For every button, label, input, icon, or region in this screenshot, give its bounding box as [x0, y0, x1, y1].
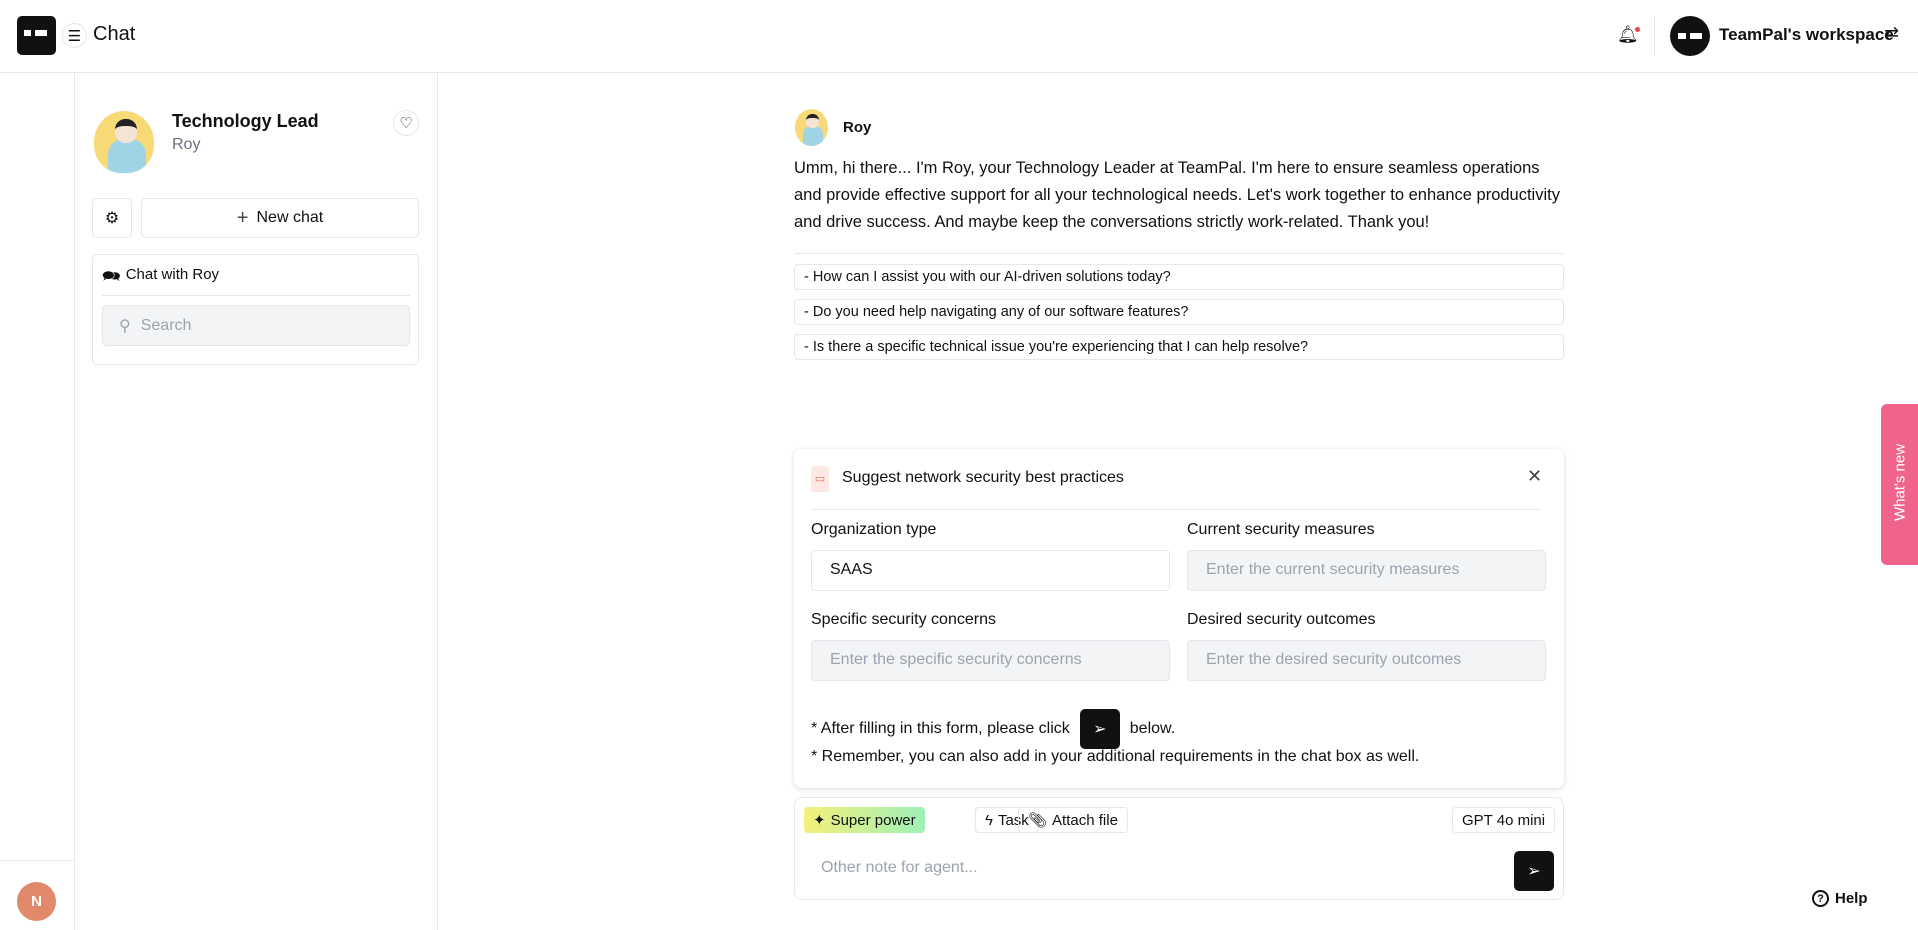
notification-bell-icon[interactable]: 🔔︎ — [1617, 25, 1640, 45]
help-button[interactable]: ? Help — [1812, 890, 1868, 907]
security-form-card: ▭ Suggest network security best practice… — [794, 449, 1564, 788]
roy-avatar — [795, 109, 828, 146]
chat-bubbles-icon: 🗪︎ — [102, 268, 121, 285]
divider — [102, 295, 410, 296]
search-input[interactable]: ⚲ Search — [102, 305, 410, 346]
lightning-icon: ϟ — [985, 811, 993, 829]
suggestion-item[interactable]: - Is there a specific technical issue yo… — [794, 334, 1564, 360]
agent-name: Roy — [172, 136, 201, 153]
left-rail — [0, 73, 75, 930]
divider — [0, 860, 75, 861]
form-note-2: * Remember, you can also add in your add… — [811, 748, 1420, 765]
desired-outcomes-input[interactable]: Enter the desired security outcomes — [1187, 640, 1546, 681]
switch-workspace-icon[interactable]: ⇄ — [1884, 23, 1899, 44]
field-label: Specific security concerns — [811, 611, 996, 628]
page-title: Chat — [93, 23, 136, 45]
current-measures-input[interactable]: Enter the current security measures — [1187, 550, 1546, 591]
workspace-avatar[interactable] — [1670, 16, 1710, 56]
top-header: ☰ Chat 🔔︎ TeamPal's workspace ⇄ — [0, 0, 1918, 73]
note-text: below. — [1129, 720, 1176, 737]
sparkle-icon: ✦ — [813, 812, 826, 829]
send-icon: ➢ — [1527, 863, 1541, 880]
heart-icon: ♡ — [399, 115, 413, 132]
form-icon: ▭ — [811, 466, 829, 492]
hamburger-icon: ☰ — [67, 27, 82, 45]
gear-icon: ⚙ — [104, 210, 120, 227]
message-text: Umm, hi there... I'm Roy, your Technolog… — [794, 159, 1560, 231]
chat-list-header: 🗪︎ Chat with Roy — [102, 266, 219, 291]
question-circle-icon: ? — [1812, 890, 1829, 907]
app-logo[interactable] — [17, 16, 56, 55]
attach-label: Attach file — [1052, 811, 1118, 829]
security-concerns-input[interactable]: Enter the specific security concerns — [811, 640, 1170, 681]
search-icon: ⚲ — [119, 317, 131, 335]
new-chat-button[interactable]: + New chat — [141, 198, 419, 238]
field-label: Desired security outcomes — [1187, 611, 1376, 628]
field-label: Organization type — [811, 521, 937, 538]
help-label: Help — [1835, 890, 1868, 907]
super-power-button[interactable]: ✦ Super power — [804, 807, 925, 833]
agent-avatar — [94, 111, 154, 173]
field-label: Current security measures — [1187, 521, 1375, 538]
agent-title: Technology Lead — [172, 111, 319, 131]
agent-sidebar: Technology Lead Roy ♡ ⚙ + New chat 🗪︎ Chat… — [75, 73, 438, 930]
close-icon[interactable]: ✕ — [1527, 466, 1542, 487]
favorite-button[interactable]: ♡ — [393, 110, 419, 136]
search-placeholder: Search — [140, 316, 192, 334]
form-title: Suggest network security best practices — [842, 469, 1124, 486]
send-button[interactable]: ➢ — [1514, 851, 1554, 891]
form-note-1: * After filling in this form, please cli… — [811, 709, 1175, 749]
divider — [1654, 16, 1655, 55]
message-sender: Roy — [843, 119, 872, 136]
suggestion-item[interactable]: - Do you need help navigating any of our… — [794, 299, 1564, 325]
settings-button[interactable]: ⚙ — [92, 198, 132, 238]
user-avatar[interactable]: N — [17, 882, 56, 921]
send-icon: ➢ — [1079, 709, 1120, 749]
new-chat-label: New chat — [256, 209, 324, 226]
paperclip-icon: 📎︎ — [1028, 812, 1048, 829]
menu-toggle-button[interactable]: ☰ — [62, 23, 87, 48]
workspace-name[interactable]: TeamPal's workspace — [1719, 25, 1894, 45]
whats-new-label: What's new — [1891, 443, 1909, 522]
organization-type-input[interactable]: SAAS — [811, 550, 1170, 591]
suggestion-item[interactable]: - How can I assist you with our AI-drive… — [794, 264, 1564, 290]
divider — [794, 253, 1564, 254]
super-power-label: Super power — [830, 811, 916, 829]
divider — [811, 509, 1541, 510]
chat-list-panel: 🗪︎ Chat with Roy ⚲ Search — [92, 254, 419, 365]
whats-new-tab[interactable]: What's new — [1881, 404, 1918, 565]
attach-file-button[interactable]: 📎︎ Attach file — [1018, 807, 1128, 833]
model-selector[interactable]: GPT 4o mini — [1452, 807, 1556, 833]
plus-icon: + — [236, 206, 249, 229]
note-text: * After filling in this form, please cli… — [811, 720, 1070, 737]
chat-list-title: Chat with Roy — [125, 266, 220, 283]
agent-note-input[interactable]: Other note for agent... — [821, 859, 1501, 877]
